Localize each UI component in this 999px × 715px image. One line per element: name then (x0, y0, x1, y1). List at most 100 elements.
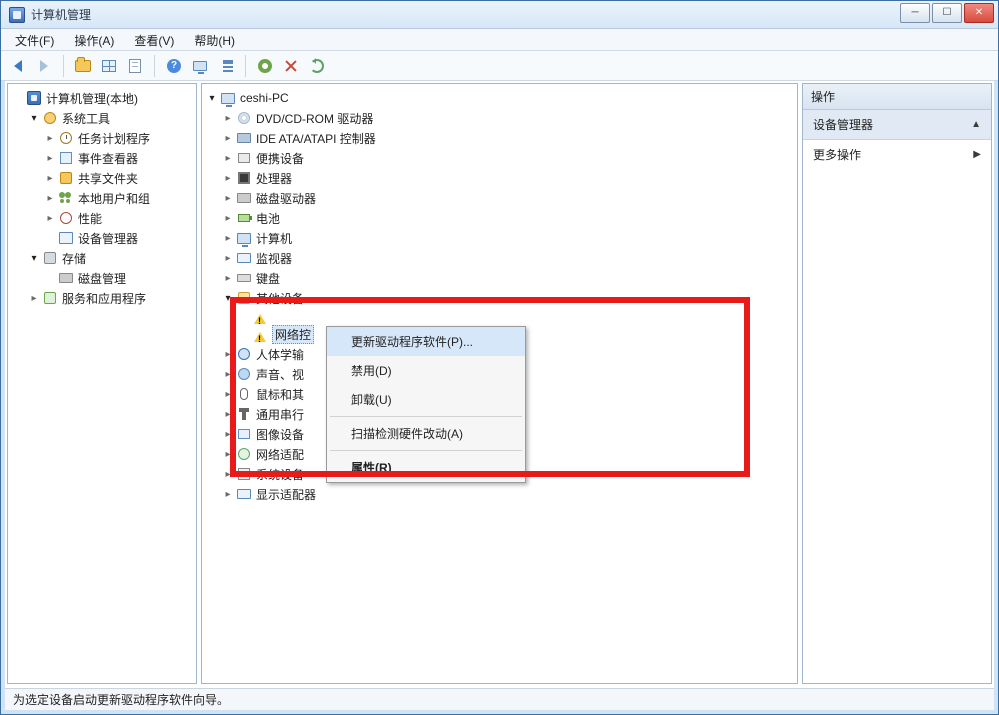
tree-disk-mgmt[interactable]: 磁盘管理 (10, 268, 194, 288)
tree-label: ceshi-PC (240, 91, 289, 105)
toggle-icon[interactable] (44, 212, 56, 224)
toggle-icon[interactable] (28, 112, 40, 124)
device-monitor[interactable]: 监视器 (204, 248, 795, 268)
toolbar-back[interactable] (7, 55, 29, 77)
tree-storage[interactable]: 存储 (10, 248, 194, 268)
titlebar: 计算机管理 ─ ☐ ✕ (1, 1, 998, 29)
close-button[interactable]: ✕ (964, 3, 994, 23)
toggle-icon[interactable] (222, 252, 234, 264)
device-root[interactable]: ceshi-PC (204, 88, 795, 108)
toggle-icon[interactable] (222, 132, 234, 144)
toggle-icon[interactable] (222, 232, 234, 244)
toggle-icon[interactable] (222, 152, 234, 164)
toolbar-up[interactable] (72, 55, 94, 77)
toggle-icon[interactable] (222, 428, 234, 440)
toggle-icon[interactable] (44, 192, 56, 204)
device-other[interactable]: 其他设备 (204, 288, 795, 308)
toggle-icon[interactable] (222, 468, 234, 480)
toggle-icon[interactable] (222, 388, 234, 400)
tree-label: 电池 (256, 210, 280, 227)
console-icon (193, 61, 207, 71)
left-tree[interactable]: 计算机管理(本地) 系统工具 任务计划程序 事件查看器 (8, 84, 196, 312)
tree-task-scheduler[interactable]: 任务计划程序 (10, 128, 194, 148)
gear-icon (258, 59, 272, 73)
tree-local-users[interactable]: 本地用户和组 (10, 188, 194, 208)
toggle-icon[interactable] (222, 348, 234, 360)
menu-view[interactable]: 查看(V) (124, 29, 184, 50)
tree-device-manager[interactable]: 设备管理器 (10, 228, 194, 248)
device-computer[interactable]: 计算机 (204, 228, 795, 248)
cm-disable[interactable]: 禁用(D) (327, 356, 525, 385)
menu-action[interactable]: 操作(A) (64, 29, 124, 50)
toolbar-refresh[interactable] (306, 55, 328, 77)
toggle-icon[interactable] (222, 112, 234, 124)
system-icon (238, 468, 250, 480)
cm-properties[interactable]: 属性(R) (327, 453, 525, 482)
tree-shared-folders[interactable]: 共享文件夹 (10, 168, 194, 188)
tools-icon (44, 112, 56, 124)
center-pane: ceshi-PC DVD/CD-ROM 驱动器 IDE ATA/ATAPI 控制… (201, 83, 798, 684)
toggle-icon[interactable] (222, 192, 234, 204)
tree-performance[interactable]: 性能 (10, 208, 194, 228)
minimize-button[interactable]: ─ (900, 3, 930, 23)
device-disk[interactable]: 磁盘驱动器 (204, 188, 795, 208)
toggle-icon[interactable] (222, 408, 234, 420)
toolbar-forward[interactable] (33, 55, 55, 77)
cd-icon (238, 112, 250, 124)
device-ide[interactable]: IDE ATA/ATAPI 控制器 (204, 128, 795, 148)
toolbar-doc[interactable] (124, 55, 146, 77)
toggle-icon[interactable] (222, 272, 234, 284)
toggle-icon[interactable] (222, 172, 234, 184)
toolbar-list[interactable] (215, 55, 237, 77)
device-battery[interactable]: 电池 (204, 208, 795, 228)
tree-system-tools[interactable]: 系统工具 (10, 108, 194, 128)
services-icon (44, 292, 56, 304)
toggle-icon[interactable] (222, 448, 234, 460)
menu-file[interactable]: 文件(F) (5, 29, 64, 50)
tree-label: 磁盘管理 (78, 270, 126, 287)
tree-label: 处理器 (256, 170, 292, 187)
cm-scan-hardware[interactable]: 扫描检测硬件改动(A) (327, 419, 525, 448)
toggle-icon[interactable] (44, 132, 56, 144)
toggle-icon[interactable] (222, 488, 234, 500)
toolbar-help[interactable]: ? (163, 55, 185, 77)
maximize-button[interactable]: ☐ (932, 3, 962, 23)
toggle-icon[interactable] (222, 368, 234, 380)
toolbar-settings[interactable] (254, 55, 276, 77)
toolbar-console[interactable] (189, 55, 211, 77)
app-icon (9, 7, 25, 23)
toggle-icon[interactable] (28, 292, 40, 304)
toolbar-remove[interactable] (280, 55, 302, 77)
tree-services-apps[interactable]: 服务和应用程序 (10, 288, 194, 308)
storage-icon (44, 252, 56, 264)
usb-icon (242, 408, 246, 420)
actions-section-label: 设备管理器 (813, 116, 873, 133)
tree-label: 声音、视 (256, 366, 304, 383)
device-portable[interactable]: 便携设备 (204, 148, 795, 168)
ide-icon (237, 133, 251, 143)
keyboard-icon (237, 274, 251, 282)
toggle-icon[interactable] (28, 252, 40, 264)
toggle-icon[interactable] (206, 92, 218, 104)
device-display[interactable]: 显示适配器 (204, 484, 795, 504)
toolbar-grid[interactable] (98, 55, 120, 77)
tree-label: 系统设备 (256, 466, 304, 483)
toggle-icon[interactable] (222, 212, 234, 224)
device-unknown-1[interactable] (204, 308, 795, 324)
menu-help[interactable]: 帮助(H) (184, 29, 245, 50)
device-keyboard[interactable]: 键盘 (204, 268, 795, 288)
cm-uninstall[interactable]: 卸载(U) (327, 385, 525, 414)
tree-label: 网络控 (272, 325, 314, 344)
toggle-icon[interactable] (44, 172, 56, 184)
cm-update-driver[interactable]: 更新驱动程序软件(P)... (327, 327, 525, 356)
actions-more[interactable]: 更多操作 ▶ (803, 140, 991, 169)
share-icon (60, 172, 72, 184)
toggle-icon[interactable] (44, 152, 56, 164)
device-dvd[interactable]: DVD/CD-ROM 驱动器 (204, 108, 795, 128)
actions-section-devmgr[interactable]: 设备管理器 ▲ (803, 110, 991, 140)
tree-root[interactable]: 计算机管理(本地) (10, 88, 194, 108)
tree-label: 人体学输 (256, 346, 304, 363)
device-cpu[interactable]: 处理器 (204, 168, 795, 188)
toggle-icon[interactable] (222, 292, 234, 304)
tree-event-viewer[interactable]: 事件查看器 (10, 148, 194, 168)
